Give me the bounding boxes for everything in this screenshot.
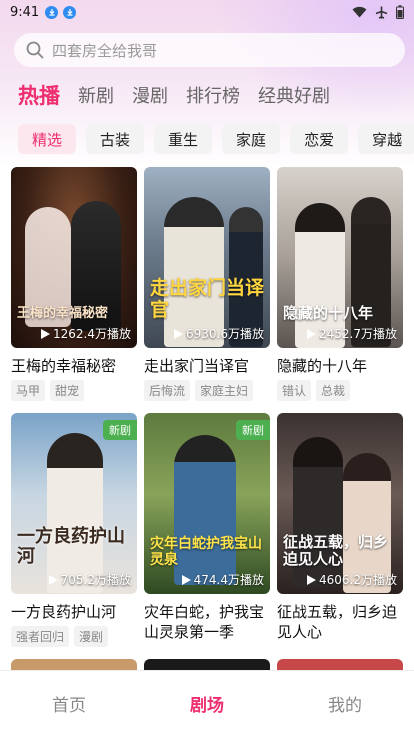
play-count: 474.4万播放 <box>181 571 264 588</box>
bottom-navigation: 首页 剧场 我的 <box>0 670 414 736</box>
tab-classics[interactable]: 经典好剧 <box>258 82 330 108</box>
play-count: 2452.7万播放 <box>307 325 397 342</box>
tab-new[interactable]: 新剧 <box>78 82 114 108</box>
search-icon <box>26 41 44 59</box>
airplane-icon <box>375 6 388 19</box>
chip-family[interactable]: 家庭 <box>222 124 281 154</box>
status-time: 9:41 <box>10 4 40 20</box>
drama-cover[interactable]: 隐藏的十八年 2452.7万播放 <box>277 167 403 348</box>
drama-tag[interactable]: 后悔流 <box>144 380 191 401</box>
drama-title[interactable]: 一方良药护山河 <box>11 602 137 622</box>
nav-profile[interactable]: 我的 <box>276 691 414 716</box>
battery-icon <box>396 5 404 19</box>
drama-title[interactable]: 灾年白蛇，护我宝山灵泉第一季 <box>144 602 270 642</box>
tab-hot[interactable]: 热播 <box>18 80 60 110</box>
play-count: 4606.2万播放 <box>307 571 397 588</box>
drama-tags: 马甲 甜宠 <box>11 380 137 401</box>
play-count: 1262.4万播放 <box>41 325 131 342</box>
play-count: 6930.6万播放 <box>174 325 264 342</box>
cover-title: 一方良药护山河 <box>17 525 125 568</box>
drama-card[interactable]: 新剧 一方良药护山河 705.2万播放 一方良药护山河 强者回归 漫剧 <box>11 413 137 647</box>
new-badge: 新剧 <box>236 420 270 440</box>
drama-title[interactable]: 王梅的幸福秘密 <box>11 356 137 376</box>
cover-title: 隐藏的十八年 <box>283 303 374 322</box>
genre-chips: 精选 古装 重生 家庭 恋爱 穿越 <box>18 124 414 154</box>
drama-card[interactable]: 征战五载，归乡迫见人心 4606.2万播放 征战五载，归乡迫见人心 <box>277 413 403 642</box>
play-icon <box>181 574 191 585</box>
drama-tag[interactable]: 总裁 <box>316 380 351 401</box>
cover-title: 王梅的幸福秘密 <box>17 306 109 322</box>
chip-romance[interactable]: 恋爱 <box>290 124 349 154</box>
cover-title: 征战五载，归乡迫见人心 <box>283 532 389 568</box>
drama-tag[interactable]: 错认 <box>277 380 312 401</box>
drama-card[interactable]: 王梅的幸福秘密 1262.4万播放 王梅的幸福秘密 马甲 甜宠 <box>11 167 137 401</box>
drama-cover[interactable]: 征战五载，归乡迫见人心 4606.2万播放 <box>277 413 403 594</box>
app-notification-icon <box>63 5 77 19</box>
drama-card[interactable]: 新剧 灾年白蛇护我宝山灵泉 474.4万播放 灾年白蛇，护我宝山灵泉第一季 <box>144 413 270 642</box>
search-input[interactable]: 四套房全给我哥 <box>52 40 157 61</box>
drama-title[interactable]: 征战五载，归乡迫见人心 <box>277 602 403 642</box>
drama-tags: 后悔流 家庭主妇 <box>144 380 270 401</box>
cover-title: 灾年白蛇护我宝山灵泉 <box>150 535 262 568</box>
chip-time-travel[interactable]: 穿越 <box>358 124 414 154</box>
play-icon <box>41 328 50 339</box>
play-icon <box>307 574 316 585</box>
drama-card[interactable]: 走出家门当译官 6930.6万播放 走出家门当译官 后悔流 家庭主妇 <box>144 167 270 401</box>
drama-title[interactable]: 隐藏的十八年 <box>277 356 403 376</box>
download-notification-icon <box>45 5 59 19</box>
tab-ranking[interactable]: 排行榜 <box>186 82 240 108</box>
play-icon <box>307 328 316 339</box>
nav-home[interactable]: 首页 <box>0 691 138 716</box>
nav-theater[interactable]: 剧场 <box>138 691 276 716</box>
drama-cover[interactable]: 王梅的幸福秘密 1262.4万播放 <box>11 167 137 348</box>
play-icon <box>174 328 183 339</box>
drama-tag[interactable]: 马甲 <box>11 380 46 401</box>
chip-rebirth[interactable]: 重生 <box>154 124 213 154</box>
drama-tag[interactable]: 甜宠 <box>50 380 85 401</box>
drama-tags: 强者回归 漫剧 <box>11 626 137 647</box>
drama-tags: 错认 总裁 <box>277 380 403 401</box>
chip-costume[interactable]: 古装 <box>86 124 145 154</box>
drama-tag[interactable]: 家庭主妇 <box>195 380 254 401</box>
drama-cover[interactable]: 新剧 灾年白蛇护我宝山灵泉 474.4万播放 <box>144 413 270 594</box>
cover-title: 走出家门当译官 <box>150 277 265 322</box>
play-icon <box>48 574 58 585</box>
search-bar[interactable]: 四套房全给我哥 <box>14 33 405 67</box>
drama-cover[interactable]: 走出家门当译官 6930.6万播放 <box>144 167 270 348</box>
chip-featured[interactable]: 精选 <box>18 124 77 154</box>
tab-anime[interactable]: 漫剧 <box>132 82 168 108</box>
status-bar: 9:41 <box>0 0 414 24</box>
new-badge: 新剧 <box>103 420 137 440</box>
drama-title[interactable]: 走出家门当译官 <box>144 356 270 376</box>
drama-tag[interactable]: 强者回归 <box>11 626 70 647</box>
drama-cover[interactable]: 新剧 一方良药护山河 705.2万播放 <box>11 413 137 594</box>
category-tabs: 热播 新剧 漫剧 排行榜 经典好剧 <box>18 80 348 110</box>
drama-card[interactable]: 隐藏的十八年 2452.7万播放 隐藏的十八年 错认 总裁 <box>277 167 403 401</box>
drama-tag[interactable]: 漫剧 <box>74 626 109 647</box>
play-count: 705.2万播放 <box>48 571 131 588</box>
wifi-icon <box>352 6 367 18</box>
